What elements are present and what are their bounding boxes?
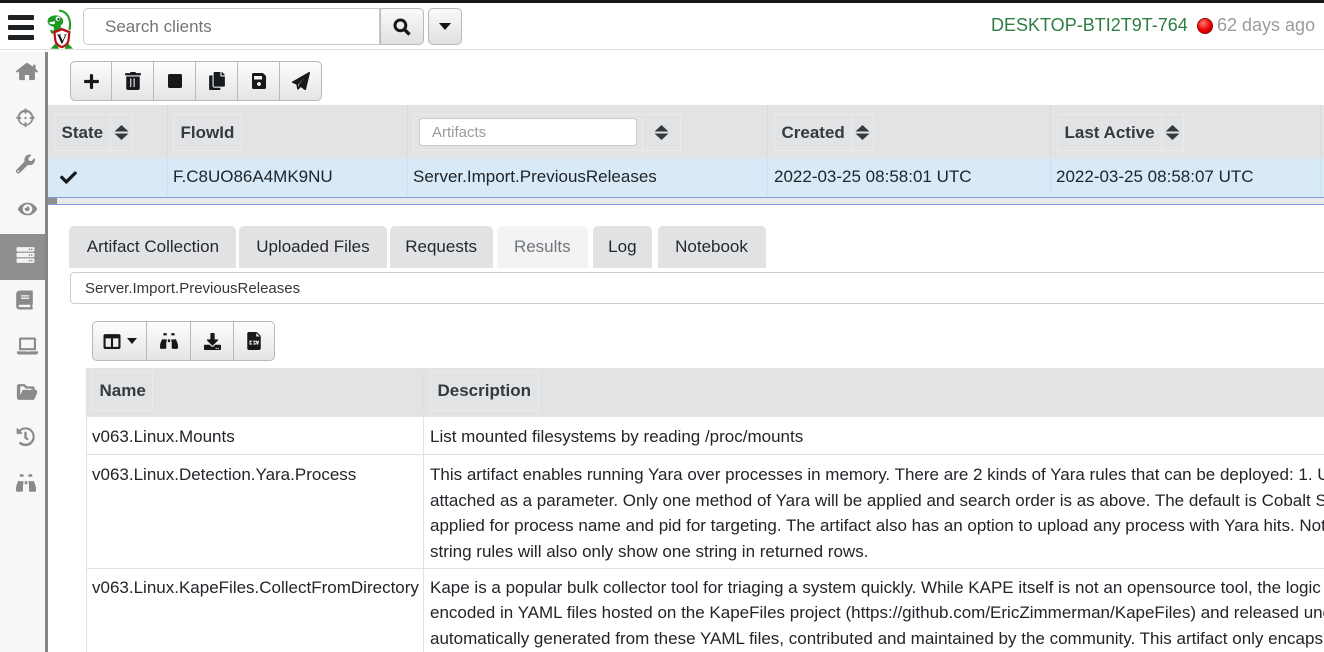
svg-text:V: V xyxy=(57,33,67,48)
